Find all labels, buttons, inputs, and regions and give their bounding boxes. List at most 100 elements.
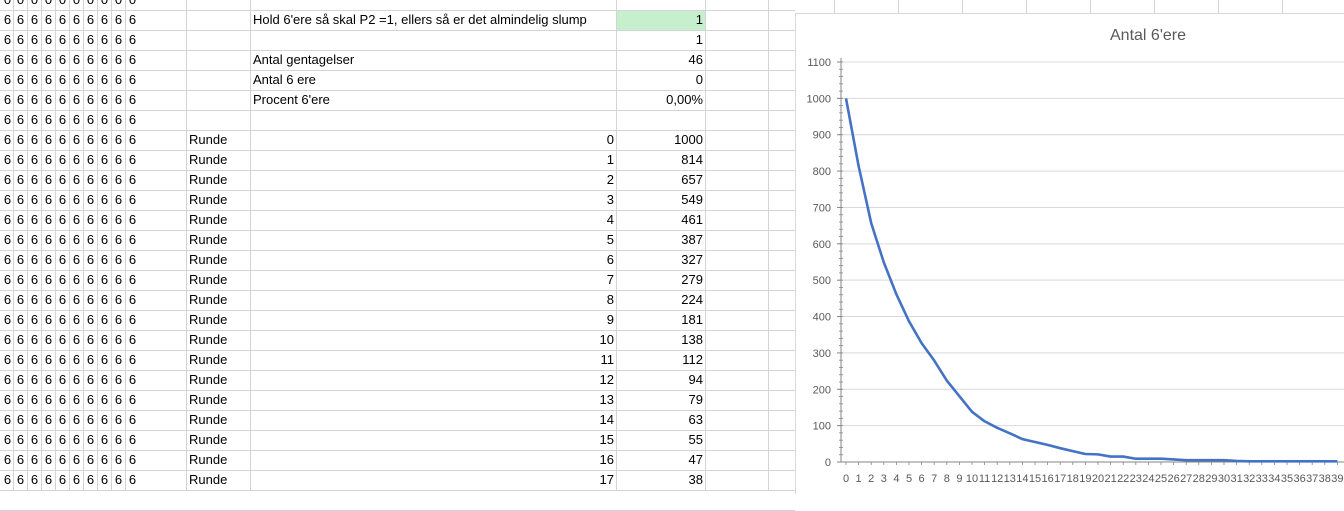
digit-cell[interactable]: 6 [98, 170, 111, 190]
digit-cell[interactable]: 6 [14, 190, 27, 210]
digit-cell[interactable]: 0 [126, 0, 139, 10]
digit-cell[interactable]: 6 [84, 270, 97, 290]
digit-cell[interactable]: 6 [98, 30, 111, 50]
digit-cell[interactable]: 6 [42, 410, 55, 430]
round-value-cell[interactable]: 657 [618, 170, 703, 190]
digit-cell[interactable]: 6 [70, 190, 83, 210]
digit-cell[interactable]: 6 [70, 90, 83, 110]
round-label-cell[interactable]: Runde [189, 390, 249, 410]
digit-cell[interactable]: 6 [84, 50, 97, 70]
digit-cell[interactable]: 6 [126, 90, 139, 110]
round-number-cell[interactable]: 0 [252, 130, 614, 150]
digit-cell[interactable]: 6 [70, 310, 83, 330]
round-value-cell[interactable]: 549 [618, 190, 703, 210]
digit-cell[interactable]: 6 [28, 330, 41, 350]
round-number-cell[interactable]: 7 [252, 270, 614, 290]
digit-cell[interactable]: 6 [84, 430, 97, 450]
digit-cell[interactable]: 6 [14, 290, 27, 310]
digit-cell[interactable]: 6 [98, 270, 111, 290]
digit-cell[interactable]: 6 [70, 450, 83, 470]
instruction-cell[interactable]: Hold 6'ere så skal P2 =1, ellers så er d… [253, 10, 613, 30]
digit-cell[interactable]: 6 [1, 70, 14, 90]
digit-cell[interactable]: 6 [126, 230, 139, 250]
digit-cell[interactable]: 6 [28, 470, 41, 490]
digit-cell[interactable]: 6 [42, 210, 55, 230]
digit-cell[interactable]: 6 [1, 190, 14, 210]
digit-cell[interactable]: 6 [98, 150, 111, 170]
digit-cell[interactable]: 6 [98, 210, 111, 230]
digit-cell[interactable]: 6 [14, 10, 27, 30]
digit-cell[interactable]: 6 [112, 430, 125, 450]
digit-cell[interactable]: 6 [28, 370, 41, 390]
round-value-cell[interactable]: 387 [618, 230, 703, 250]
digit-cell[interactable]: 6 [1, 10, 14, 30]
digit-cell[interactable]: 6 [84, 190, 97, 210]
digit-cell[interactable]: 6 [56, 410, 69, 430]
digit-cell[interactable]: 6 [14, 390, 27, 410]
round-value-cell[interactable]: 55 [618, 430, 703, 450]
round-value-cell[interactable]: 79 [618, 390, 703, 410]
digit-cell[interactable]: 6 [84, 150, 97, 170]
digit-cell[interactable]: 6 [56, 230, 69, 250]
digit-cell[interactable]: 6 [14, 50, 27, 70]
digit-cell[interactable]: 6 [126, 50, 139, 70]
digit-cell[interactable]: 6 [42, 270, 55, 290]
round-number-cell[interactable]: 2 [252, 170, 614, 190]
round-value-cell[interactable]: 63 [618, 410, 703, 430]
digit-cell[interactable]: 6 [14, 470, 27, 490]
digit-cell[interactable]: 6 [70, 390, 83, 410]
digit-cell[interactable]: 6 [98, 250, 111, 270]
digit-cell[interactable]: 6 [70, 50, 83, 70]
digit-cell[interactable]: 6 [14, 210, 27, 230]
round-number-cell[interactable]: 6 [252, 250, 614, 270]
round-number-cell[interactable]: 16 [252, 450, 614, 470]
digit-cell[interactable]: 0 [84, 0, 97, 10]
repetitions-value[interactable]: 46 [617, 50, 703, 70]
round-value-cell[interactable]: 38 [618, 470, 703, 490]
digit-cell[interactable]: 6 [42, 310, 55, 330]
digit-cell[interactable]: 6 [1, 50, 14, 70]
round-number-cell[interactable]: 8 [252, 290, 614, 310]
digit-cell[interactable]: 6 [84, 350, 97, 370]
digit-cell[interactable]: 6 [98, 310, 111, 330]
digit-cell[interactable]: 6 [56, 210, 69, 230]
round-label-cell[interactable]: Runde [189, 310, 249, 330]
digit-cell[interactable]: 6 [98, 110, 111, 130]
round-value-cell[interactable]: 138 [618, 330, 703, 350]
digit-cell[interactable]: 6 [56, 50, 69, 70]
digit-cell[interactable]: 6 [14, 230, 27, 250]
digit-cell[interactable]: 6 [42, 430, 55, 450]
round-label-cell[interactable]: Runde [189, 210, 249, 230]
round-label-cell[interactable]: Runde [189, 290, 249, 310]
percent-value[interactable]: 0,00% [617, 90, 703, 110]
digit-cell[interactable]: 6 [56, 390, 69, 410]
digit-cell[interactable]: 6 [84, 170, 97, 190]
digit-cell[interactable]: 6 [84, 370, 97, 390]
digit-cell[interactable]: 6 [84, 310, 97, 330]
digit-cell[interactable]: 6 [98, 410, 111, 430]
digit-cell[interactable]: 6 [1, 330, 14, 350]
digit-cell[interactable]: 6 [84, 30, 97, 50]
digit-cell[interactable]: 6 [98, 190, 111, 210]
digit-cell[interactable]: 6 [56, 10, 69, 30]
digit-cell[interactable]: 6 [112, 310, 125, 330]
digit-cell[interactable]: 6 [28, 410, 41, 430]
round-label-cell[interactable]: Runde [189, 250, 249, 270]
digit-cell[interactable]: 6 [70, 290, 83, 310]
digit-cell[interactable]: 6 [28, 210, 41, 230]
digit-cell[interactable]: 6 [14, 270, 27, 290]
digit-cell[interactable]: 6 [42, 150, 55, 170]
digit-cell[interactable]: 6 [112, 290, 125, 310]
digit-cell[interactable]: 6 [112, 150, 125, 170]
digit-cell[interactable]: 0 [28, 0, 41, 10]
digit-cell[interactable]: 6 [70, 10, 83, 30]
digit-cell[interactable]: 6 [14, 250, 27, 270]
digit-cell[interactable]: 6 [112, 230, 125, 250]
digit-cell[interactable]: 6 [56, 130, 69, 150]
digit-cell[interactable]: 6 [112, 450, 125, 470]
digit-cell[interactable]: 6 [56, 270, 69, 290]
digit-cell[interactable]: 6 [56, 250, 69, 270]
digit-cell[interactable]: 6 [126, 170, 139, 190]
digit-cell[interactable]: 6 [28, 390, 41, 410]
flag-value-cell[interactable]: 1 [617, 10, 703, 30]
